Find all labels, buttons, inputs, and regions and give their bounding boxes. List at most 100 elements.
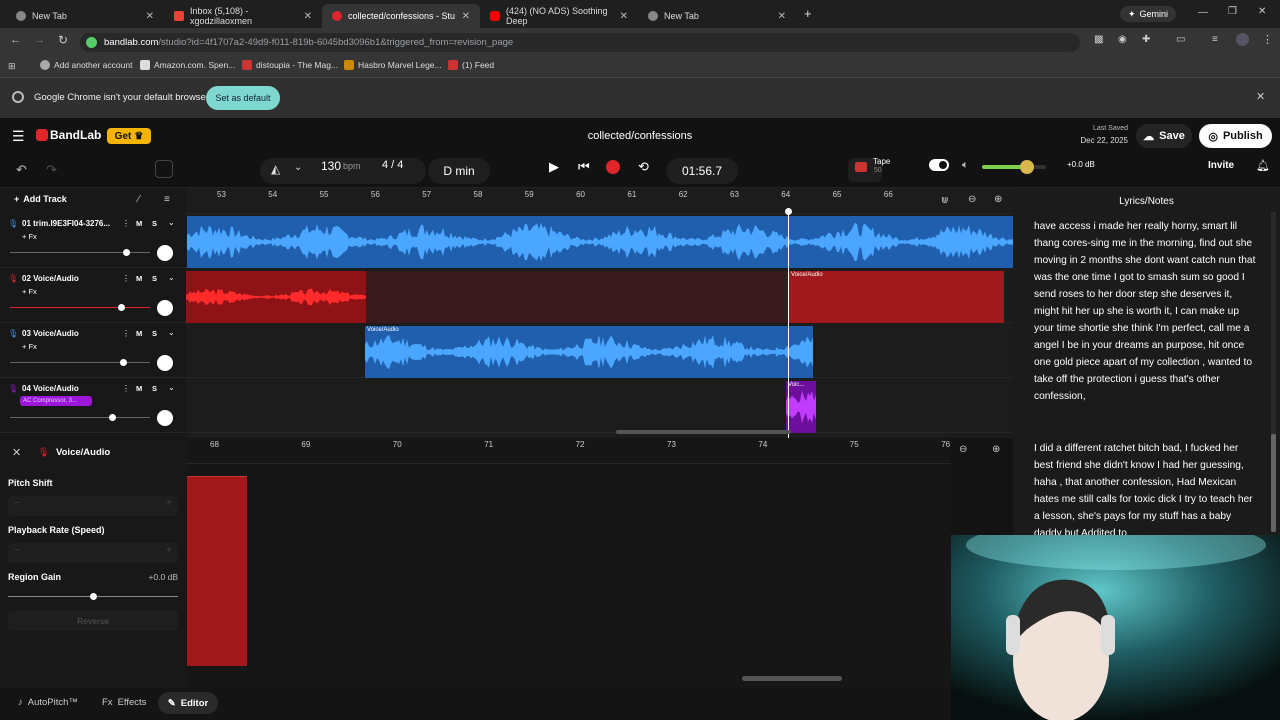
track-options-icon[interactable]: ⋮	[122, 274, 130, 283]
chevron-down-icon[interactable]: ⌄	[294, 162, 302, 173]
editor-scrollbar[interactable]	[742, 676, 842, 681]
tab-editor[interactable]: ✎ Editor	[158, 692, 218, 714]
notification-bell-icon[interactable]: 🔔︎	[1256, 159, 1270, 172]
solo-button[interactable]: S	[152, 219, 157, 228]
site-info-icon[interactable]	[86, 37, 97, 48]
undo-icon[interactable]: ↶	[16, 162, 27, 178]
invite-button[interactable]: Invite	[1208, 160, 1234, 171]
extension-icon[interactable]: ▩	[1094, 34, 1103, 45]
master-volume-slider[interactable]	[982, 160, 1046, 174]
lyrics-paragraph[interactable]: I did a different ratchet bitch bad, I f…	[1034, 440, 1256, 536]
maximize-icon[interactable]: ❐	[1228, 6, 1237, 17]
magic-wand-icon[interactable]: ⁄	[138, 194, 140, 205]
track-lane[interactable]: Voic...	[186, 379, 1013, 433]
lyrics-scrollbar[interactable]	[1271, 212, 1276, 532]
publish-button[interactable]: ◎ Publish	[1199, 124, 1272, 148]
pitch-shift-stepper[interactable]: − +	[8, 496, 178, 516]
track-volume-slider[interactable]	[10, 414, 150, 421]
filter-icon[interactable]: ≡	[164, 194, 170, 205]
tab-effects[interactable]: Fx Effects	[102, 697, 146, 708]
bpm-value[interactable]: 130	[321, 159, 341, 173]
close-tab-icon[interactable]: ✕	[146, 11, 154, 22]
key-selector[interactable]: D min	[428, 158, 490, 184]
track-header[interactable]: 🎙︎ 01 trim.I9E3FI04-3276... ⋮ M S ⌄ + Fx	[0, 214, 186, 268]
window-close-icon[interactable]: ✕	[1258, 6, 1266, 17]
bookmark-item[interactable]: (1) Feed	[448, 60, 494, 70]
save-button[interactable]: ☁ Save	[1136, 124, 1192, 148]
tab-bandlab[interactable]: collected/confessions - Stu ✕	[322, 4, 480, 28]
track-options-icon[interactable]: ⋮	[122, 384, 130, 393]
mute-button[interactable]: M	[136, 329, 142, 338]
minus-icon[interactable]: −	[14, 498, 20, 509]
audio-region[interactable]	[187, 216, 1013, 268]
add-fx-button[interactable]: + Fx	[22, 232, 37, 241]
audio-region[interactable]	[186, 271, 366, 323]
reverse-button[interactable]: Reverse	[8, 611, 178, 631]
close-tab-icon[interactable]: ✕	[462, 11, 470, 22]
track-options-icon[interactable]: ⋮	[122, 329, 130, 338]
extension-icon[interactable]: ◉	[1118, 34, 1127, 45]
fx-chain-badge[interactable]: AC Compressor, 3...	[20, 396, 92, 406]
tab-new-tab-1[interactable]: New Tab ✕	[6, 4, 164, 28]
track-volume-slider[interactable]	[10, 249, 150, 256]
plus-icon[interactable]: +	[166, 498, 172, 509]
track-volume-slider[interactable]	[10, 304, 150, 311]
tab-new-tab-2[interactable]: New Tab ✕	[638, 4, 796, 28]
minimize-icon[interactable]: —	[1198, 7, 1208, 18]
solo-button[interactable]: S	[152, 384, 157, 393]
bookmark-item[interactable]: distoupia - The Mag...	[242, 60, 338, 70]
mute-button[interactable]: M	[136, 219, 142, 228]
bookmark-item[interactable]: Amazon.com. Spen...	[140, 60, 235, 70]
play-icon[interactable]: ▶	[549, 159, 559, 175]
chrome-menu-icon[interactable]: ⋮	[1262, 33, 1273, 46]
add-track-button[interactable]: + Add Track	[14, 194, 67, 204]
bandlab-logo[interactable]: BandLab	[50, 128, 101, 142]
track-lane[interactable]: Voice/Audio	[186, 269, 1013, 323]
pan-knob[interactable]	[157, 355, 173, 371]
timeline-ruler[interactable]: 53 54 55 56 57 58 59 60 61 62 63 64 65 66	[186, 188, 1013, 214]
snap-icon[interactable]: ⋓	[941, 195, 949, 206]
track-header[interactable]: 🎙︎ 03 Voice/Audio ⋮ M S ⌄ + Fx	[0, 324, 186, 378]
minus-icon[interactable]: −	[14, 545, 20, 556]
track-name[interactable]: 03 Voice/Audio	[22, 329, 79, 338]
mixer-icon[interactable]	[155, 160, 173, 178]
set-as-default-button[interactable]: Set as default	[206, 86, 280, 110]
editor-waveform-area[interactable]: 68 69 70 71 72 73 74 75 76 ⊖ ⊕	[186, 438, 1000, 688]
extensions-puzzle-icon[interactable]: ✚	[1142, 34, 1150, 45]
mute-button[interactable]: M	[136, 274, 142, 283]
track-name[interactable]: 04 Voice/Audio	[22, 384, 79, 393]
reload-icon[interactable]: ↻	[58, 33, 68, 47]
metronome-icon[interactable]: ◭	[271, 162, 280, 176]
mute-button[interactable]: M	[136, 384, 142, 393]
tab-youtube[interactable]: (424) (NO ADS) Soothing Deep ✕	[480, 4, 638, 28]
apps-grid-icon[interactable]: ⊞	[8, 61, 16, 72]
add-fx-button[interactable]: + Fx	[22, 342, 37, 351]
loop-icon[interactable]: ⟲	[638, 159, 649, 175]
forward-icon[interactable]: →	[34, 34, 45, 46]
time-signature[interactable]: 4 / 4	[382, 159, 403, 171]
audio-region[interactable]: Voice/Audio	[365, 326, 813, 378]
record-icon[interactable]	[606, 160, 620, 174]
back-icon[interactable]: ←	[10, 34, 21, 46]
editor-region[interactable]	[187, 476, 247, 666]
menu-icon[interactable]: ☰	[12, 128, 25, 145]
speaker-icon[interactable]: 🔈︎	[962, 159, 969, 172]
horizontal-scrollbar[interactable]	[616, 430, 791, 434]
profile-avatar[interactable]	[1236, 33, 1249, 46]
track-lane[interactable]: Voice/Audio	[186, 324, 1013, 378]
url-field[interactable]: bandlab.com/studio?id=4f1707a2-49d9-f011…	[80, 33, 1080, 52]
track-name[interactable]: 02 Voice/Audio	[22, 274, 79, 283]
close-editor-icon[interactable]: ✕	[12, 446, 21, 459]
pan-knob[interactable]	[157, 300, 173, 316]
track-volume-slider[interactable]	[10, 359, 150, 366]
bookmark-item[interactable]: Add another account	[40, 60, 132, 70]
sidepanel-icon[interactable]: ▭	[1176, 34, 1185, 45]
editor-ruler[interactable]: 68 69 70 71 72 73 74 75 76	[186, 438, 951, 464]
redo-icon[interactable]: ↷	[46, 162, 57, 178]
chevron-down-icon[interactable]: ⌄	[168, 328, 175, 337]
media-icon[interactable]: ≡	[1212, 34, 1218, 45]
zoom-in-icon[interactable]: ⊕	[992, 444, 1000, 455]
audio-region[interactable]: Voice/Audio	[789, 271, 1004, 323]
track-lane[interactable]	[186, 214, 1013, 268]
solo-button[interactable]: S	[152, 274, 157, 283]
